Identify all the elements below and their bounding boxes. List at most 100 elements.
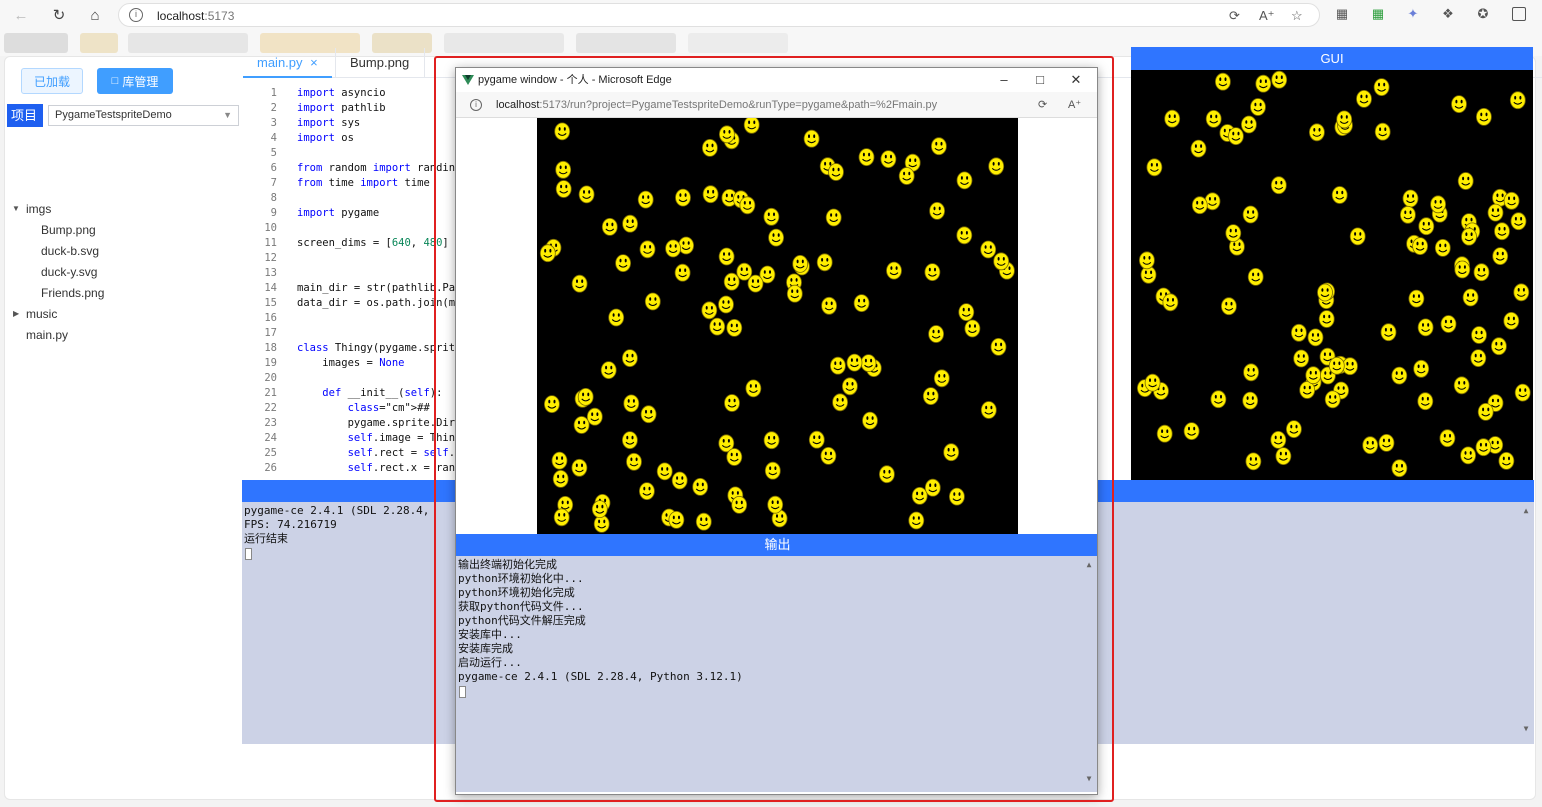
project-select[interactable]: PygameTestspriteDemo ▼: [48, 105, 239, 126]
chevron-down-icon: ▼: [223, 110, 232, 120]
loaded-button[interactable]: 已加载: [21, 68, 83, 94]
line-number: 22: [264, 402, 277, 414]
output-line: pygame-ce 2.4.1 (SDL 2.28.4, Python 3.12…: [458, 670, 743, 683]
tree-folder-music[interactable]: music: [26, 304, 57, 324]
smiley-sprite-icon: [1475, 108, 1492, 126]
info-icon[interactable]: i: [470, 99, 482, 111]
close-icon[interactable]: ×: [310, 55, 318, 70]
collections-icon[interactable]: ✪: [1475, 6, 1491, 22]
smiley-sprite-icon: [768, 228, 785, 247]
smiley-sprite-icon: [1324, 390, 1341, 409]
back-icon[interactable]: ←: [10, 5, 32, 25]
close-button[interactable]: ✕: [1058, 68, 1094, 92]
popup-content: 输出 输出终端初始化完成 python环境初始化中... python环境初始化…: [456, 118, 1097, 794]
smiley-sprite-icon: [644, 292, 661, 311]
sidebar-icon[interactable]: [1512, 7, 1526, 21]
read-aloud-icon[interactable]: A⁺: [1068, 92, 1081, 118]
smiley-sprite-icon: [1462, 288, 1479, 307]
smiley-sprite-icon: [626, 452, 642, 471]
smiley-sprite-icon: [578, 185, 595, 204]
smiley-sprite-icon: [1247, 267, 1264, 286]
scroll-down-icon[interactable]: ▼: [1520, 724, 1532, 733]
smiley-sprite-icon: [1391, 366, 1408, 385]
scroll-down-icon[interactable]: ▼: [1083, 774, 1095, 783]
pygame-canvas[interactable]: [537, 118, 1018, 535]
smiley-sprite-icon: [554, 122, 571, 141]
tab-bump-png[interactable]: Bump.png: [335, 48, 425, 78]
code-text: self.rect.x = rand: [347, 462, 462, 474]
output-line: 安装库完成: [458, 642, 513, 655]
tree-file-duck-y[interactable]: duck-y.svg: [41, 262, 97, 282]
smiley-sprite-icon: [1205, 110, 1222, 128]
gui-panel-title: GUI: [1131, 47, 1533, 70]
smiley-sprite-icon: [1417, 318, 1434, 337]
smiley-sprite-icon: [1164, 109, 1181, 128]
qr-icon[interactable]: ▦: [1334, 6, 1350, 22]
read-aloud-icon[interactable]: A⁺: [1259, 8, 1275, 24]
caret-down-icon[interactable]: ▼: [12, 204, 20, 213]
caret-right-icon[interactable]: ▶: [13, 309, 19, 318]
smiley-sprite-icon: [1290, 323, 1307, 342]
tree-folder-imgs[interactable]: imgs: [26, 199, 51, 219]
smiley-sprite-icon: [792, 254, 809, 273]
smiley-sprite-icon: [1293, 349, 1310, 368]
home-icon[interactable]: ⌂: [84, 5, 106, 25]
smiley-sprite-icon: [1475, 438, 1492, 457]
smiley-sprite-icon: [1460, 446, 1477, 465]
smiley-sprite-icon: [1190, 139, 1207, 158]
tree-file-main[interactable]: main.py: [26, 325, 68, 345]
gui-canvas[interactable]: [1131, 70, 1533, 480]
smiley-sprite-icon: [1453, 376, 1470, 395]
smiley-sprite-icon: [622, 431, 638, 450]
terminal-cursor: [459, 686, 466, 698]
scroll-up-icon[interactable]: ▲: [1520, 506, 1532, 515]
smiley-sprite-icon: [723, 272, 740, 291]
minimize-button[interactable]: –: [986, 68, 1022, 92]
tree-file-bump[interactable]: Bump.png: [41, 220, 96, 240]
tree-file-friends[interactable]: Friends.png: [41, 283, 104, 303]
line-number: 26: [264, 462, 277, 474]
tree-file-duck-b[interactable]: duck-b.svg: [41, 241, 99, 261]
smiley-sprite-icon: [1336, 110, 1353, 129]
line-number: 2: [270, 102, 277, 114]
smiley-sprite-icon: [1391, 459, 1408, 478]
code-text: import pygame: [297, 207, 380, 219]
refresh-icon[interactable]: ↻: [48, 5, 70, 25]
smiley-sprite-icon: [678, 236, 695, 255]
smiley-sprite-icon: [724, 394, 740, 412]
smiley-sprite-icon: [1317, 283, 1333, 302]
popup-output-terminal[interactable]: 输出终端初始化完成 python环境初始化中... python环境初始化完成 …: [456, 556, 1097, 792]
maximize-button[interactable]: □: [1022, 68, 1058, 92]
tab-main-py[interactable]: main.py ×: [243, 48, 332, 78]
smiley-sprite-icon: [718, 125, 735, 144]
smiley-sprite-icon: [1509, 91, 1526, 110]
smiley-sprite-icon: [622, 214, 638, 233]
favorite-star-icon[interactable]: ☆: [1291, 8, 1303, 24]
extensions-icon[interactable]: ❖: [1440, 6, 1456, 22]
extension-green-icon[interactable]: ▦: [1370, 6, 1386, 22]
popup-address-bar[interactable]: i localhost:5173/run?project=PygameTests…: [456, 92, 1097, 118]
smiley-sprite-icon: [862, 411, 878, 430]
smiley-sprite-icon: [656, 462, 673, 481]
smiley-sprite-icon: [1374, 122, 1391, 141]
smiley-sprite-icon: [601, 218, 618, 236]
edge-refresh-icon[interactable]: ⟳: [1038, 92, 1047, 118]
puzzle-color-icon[interactable]: ✦: [1405, 6, 1421, 22]
library-manage-button[interactable]: □ 库管理: [97, 68, 173, 94]
smiley-sprite-icon: [1513, 283, 1530, 302]
smiley-sprite-icon: [846, 353, 863, 372]
line-number: 11: [264, 237, 277, 249]
scroll-up-icon[interactable]: ▲: [1083, 560, 1095, 569]
smiley-sprite-icon: [600, 361, 617, 380]
code-text: self.image = Thing: [347, 432, 462, 444]
smiley-sprite-icon: [623, 394, 640, 413]
info-icon[interactable]: i: [129, 8, 143, 22]
smiley-sprite-icon: [640, 405, 657, 424]
address-bar[interactable]: i localhost:5173 ⟳ A⁺ ☆: [118, 3, 1320, 27]
smiley-sprite-icon: [1373, 78, 1390, 97]
smiley-sprite-icon: [1275, 447, 1292, 466]
code-text: pygame.sprite.Dirt: [297, 417, 462, 429]
smiley-sprite-icon: [1191, 196, 1208, 215]
smiley-sprite-icon: [1146, 158, 1163, 177]
edge-refresh-icon[interactable]: ⟳: [1229, 8, 1240, 24]
